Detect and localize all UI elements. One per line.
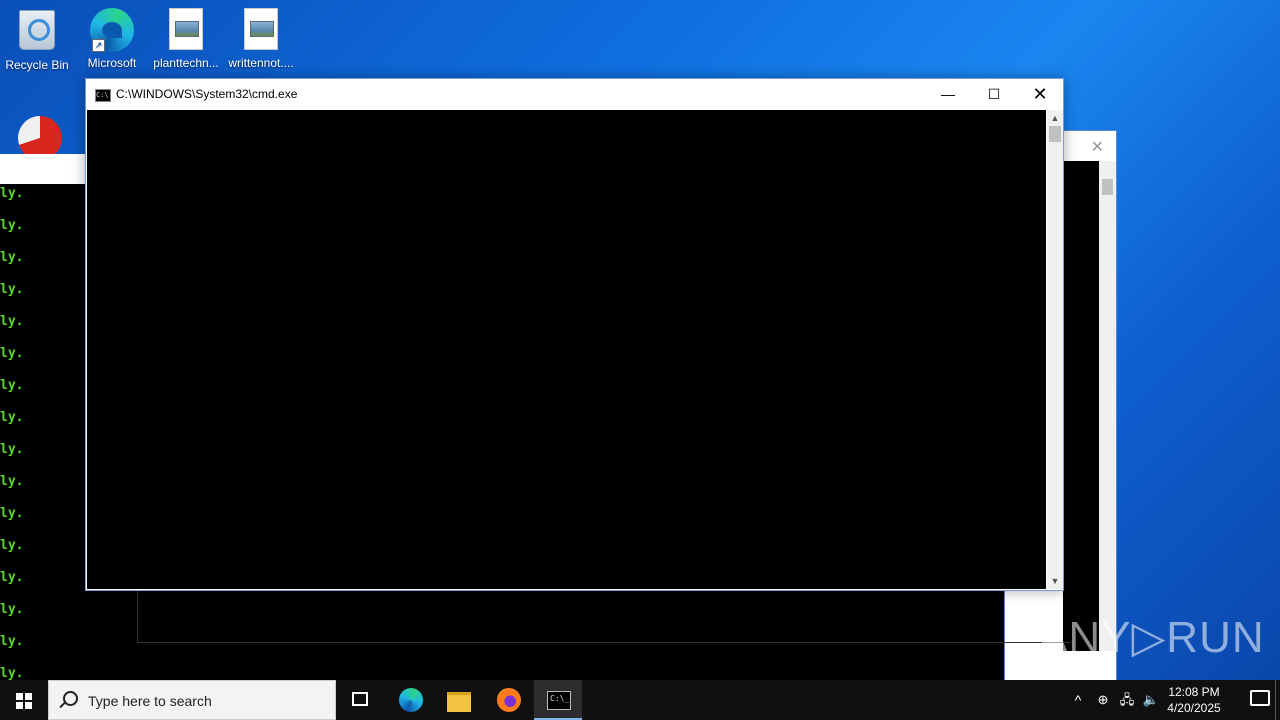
desktop-icon-label: Microsoft — [87, 56, 137, 70]
edge-icon — [399, 688, 423, 712]
maximize-button[interactable]: ☐ — [971, 79, 1017, 109]
console-line: ly. — [0, 538, 24, 553]
console-line: ly. — [0, 410, 24, 425]
console-line: ly. — [0, 282, 24, 297]
window-title: C:\WINDOWS\System32\cmd.exe — [116, 87, 298, 101]
console-line: ly. — [0, 666, 24, 681]
windows-logo-icon — [16, 693, 32, 709]
console-line: ly. — [0, 250, 24, 265]
desktop-icon-writtennot[interactable]: writtennot.... — [225, 8, 297, 70]
tray-chevron-icon[interactable]: ^ — [1068, 680, 1088, 720]
console-line: ly. — [0, 378, 24, 393]
desktop-icon-label: writtennot.... — [228, 56, 294, 70]
scrollbar-thumb[interactable] — [1049, 126, 1061, 142]
console-area[interactable] — [87, 110, 1046, 589]
notification-icon[interactable] — [1250, 690, 1270, 706]
taskbar-file-explorer-button[interactable] — [435, 680, 483, 720]
console-line: ly. — [0, 634, 24, 649]
desktop-icon-recycle-bin[interactable]: Recycle Bin — [1, 8, 73, 72]
ccleaner-icon — [18, 116, 62, 156]
folder-icon — [447, 692, 471, 712]
minimize-button[interactable]: — — [925, 79, 971, 109]
desktop-icon-microsoft-edge[interactable]: ↗ Microsoft — [76, 8, 148, 70]
desktop-icon-label: planttechn... — [153, 56, 219, 70]
console-line: ly. — [0, 602, 24, 617]
edge-icon: ↗ — [90, 8, 134, 52]
desktop-icon-ccleaner[interactable] — [4, 116, 76, 156]
console-line: ly. — [0, 570, 24, 585]
taskbar-firefox-button[interactable] — [485, 680, 533, 720]
console-line: ly. — [0, 186, 24, 201]
scroll-up-icon[interactable]: ▲ — [1047, 112, 1063, 124]
task-view-icon — [352, 692, 368, 706]
clock-date: 4/20/2025 — [1167, 701, 1221, 715]
taskbar-edge-button[interactable] — [387, 680, 435, 720]
second-console-body — [1063, 161, 1099, 651]
firefox-icon — [497, 688, 521, 712]
desktop-icon-planttechn[interactable]: planttechn... — [150, 8, 222, 70]
taskbar: Type here to search C:\_ ^ ⊕ 🖧 🔈 12:08 P… — [0, 680, 1280, 720]
console-line: ly. — [0, 218, 24, 233]
vertical-scrollbar[interactable] — [1099, 161, 1116, 651]
volume-icon[interactable]: 🔈 — [1141, 680, 1161, 720]
search-placeholder: Type here to search — [88, 693, 212, 709]
recycle-bin-icon — [15, 10, 59, 54]
close-icon[interactable]: ✕ — [1091, 137, 1104, 157]
background-window-border — [137, 590, 1070, 643]
task-view-button[interactable] — [336, 680, 384, 720]
desktop-icon-label: Recycle Bin — [5, 58, 69, 72]
meet-now-icon[interactable]: ⊕ — [1094, 680, 1112, 720]
scrollbar-thumb[interactable] — [1102, 179, 1113, 195]
clock-time: 12:08 PM — [1168, 685, 1220, 699]
window-titlebar[interactable]: C:\ C:\WINDOWS\System32\cmd.exe — ☐ ✕ — [86, 79, 1063, 109]
network-icon[interactable]: 🖧 — [1117, 680, 1137, 720]
start-button[interactable] — [0, 680, 48, 720]
console-line: ly. — [0, 474, 24, 489]
console-line: ly. — [0, 442, 24, 457]
taskbar-cmd-button[interactable]: C:\_ — [534, 680, 582, 720]
background-window-titlebar — [0, 154, 86, 184]
console-line: ly. — [0, 314, 24, 329]
console-line: ly. — [0, 506, 24, 521]
close-button[interactable]: ✕ — [1017, 79, 1063, 109]
search-box[interactable]: Type here to search — [48, 680, 336, 720]
cmd-icon: C:\_ — [547, 691, 571, 710]
console-line: ly. — [0, 346, 24, 361]
search-icon — [63, 691, 78, 706]
scroll-down-icon[interactable]: ▼ — [1047, 575, 1063, 587]
image-file-icon — [239, 8, 283, 52]
cmd-icon: C:\ — [95, 89, 111, 102]
show-desktop-button[interactable] — [1275, 680, 1280, 720]
cmd-window[interactable]: C:\ C:\WINDOWS\System32\cmd.exe — ☐ ✕ ▲ … — [85, 78, 1064, 591]
clock[interactable]: 12:08 PM 4/20/2025 — [1162, 684, 1226, 716]
image-file-icon — [164, 8, 208, 52]
anyrun-watermark: ANY▷RUN — [1038, 613, 1265, 662]
vertical-scrollbar[interactable]: ▲ ▼ — [1047, 110, 1063, 589]
